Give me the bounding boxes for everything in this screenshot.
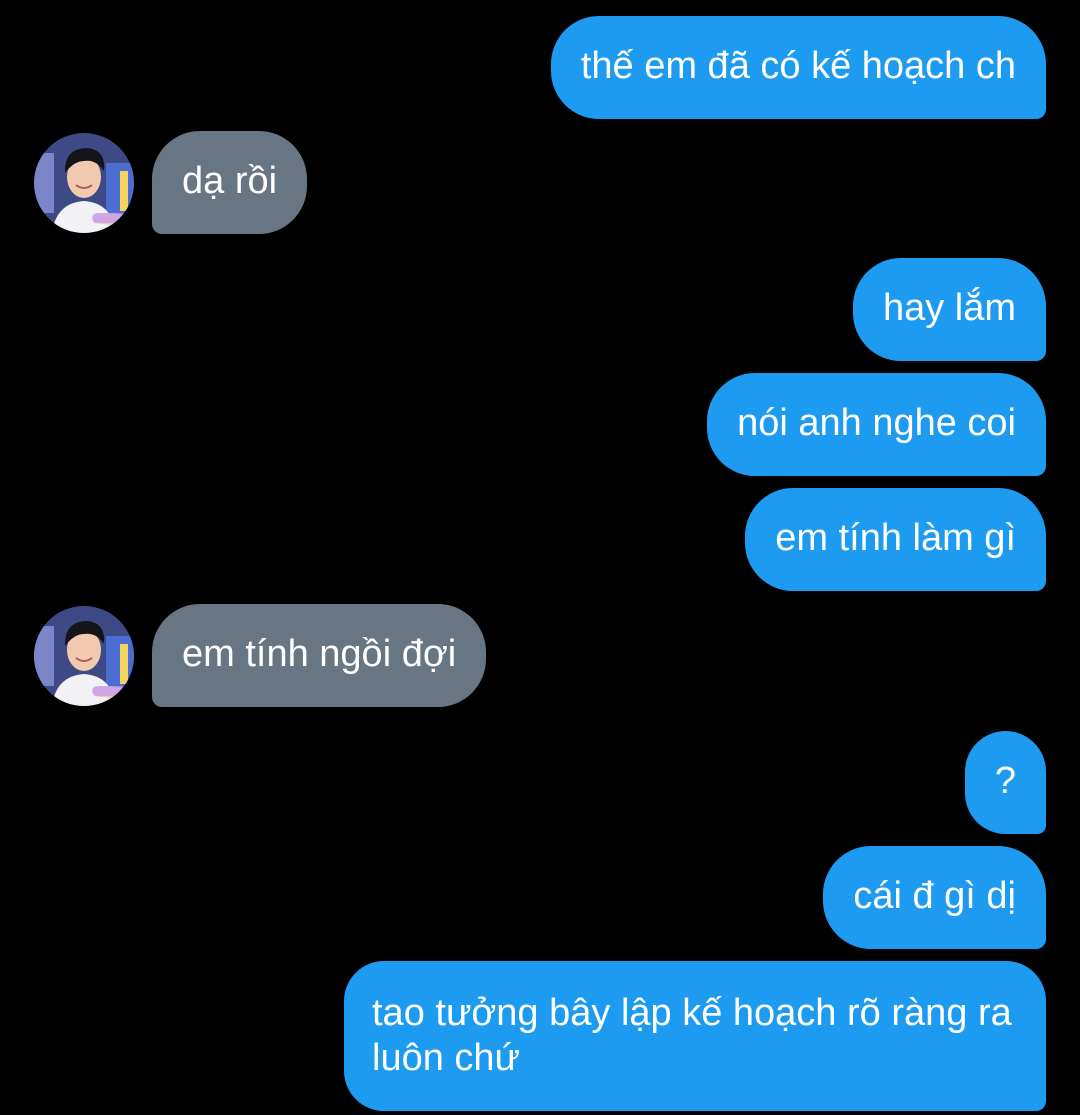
message-bubble-outgoing[interactable]: ? [964, 731, 1046, 834]
message-bubble-outgoing[interactable]: hay lắm [852, 258, 1046, 361]
message-bubble-outgoing[interactable]: thế em đã có kế hoạch ch [550, 16, 1046, 119]
message-bubble-outgoing[interactable]: nói anh nghe coi [707, 373, 1046, 476]
chat-thread: thế em đã có kế hoạch ch dạ rồi hay lắm … [0, 0, 1080, 1115]
message-bubble-outgoing[interactable]: em tính làm gì [745, 488, 1046, 591]
avatar-photo-icon [34, 133, 134, 233]
message-bubble-outgoing[interactable]: tao tưởng bây lập kế hoạch rõ ràng ra lu… [344, 961, 1046, 1111]
avatar-photo-icon [34, 606, 134, 706]
contact-avatar[interactable] [34, 606, 134, 706]
message-bubble-incoming[interactable]: dạ rồi [152, 131, 308, 234]
message-bubble-outgoing[interactable]: cái đ gì dị [823, 846, 1046, 949]
contact-avatar[interactable] [34, 133, 134, 233]
message-bubble-incoming[interactable]: em tính ngồi đợi [152, 604, 487, 707]
